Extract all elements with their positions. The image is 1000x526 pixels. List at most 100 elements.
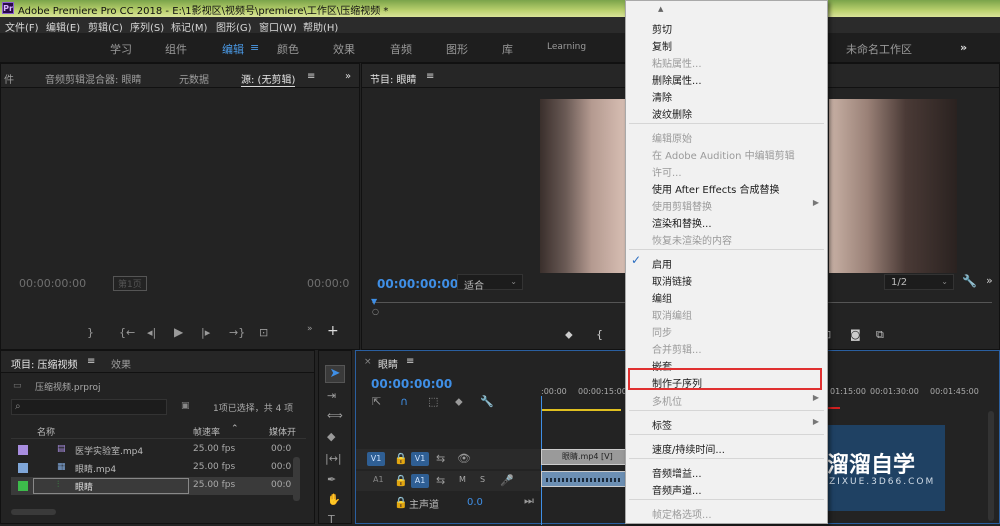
lock-icon[interactable]: 🔒 [394,474,408,487]
nest-icon[interactable]: ⇱ [372,395,381,408]
menu-item-audio-channels[interactable]: 音频声道... [652,482,702,497]
workspace-color[interactable]: 颜色 [277,41,299,57]
menu-item-ripple-delete[interactable]: 波纹删除 [652,106,692,121]
mark-out-icon[interactable]: } [87,326,94,339]
menu-item-group[interactable]: 编组 [652,290,672,305]
menu-item-enable[interactable]: 启用 [652,256,672,271]
eye-icon[interactable]: 👁 [457,452,471,465]
compare-icon[interactable]: ⧉ [876,328,884,342]
menu-item-speed-duration[interactable]: 速度/持续时间... [652,441,725,456]
track-select-tool-icon[interactable]: ⇥ [327,389,336,402]
workspace-learning[interactable]: Learning [547,42,586,52]
settings-more-icon[interactable]: » [986,274,993,287]
type-tool-icon[interactable]: T [328,513,335,526]
tab-source[interactable]: 源: (无剪辑) [241,71,296,87]
source-panel-more-icon[interactable]: » [345,71,351,82]
workspace-audio[interactable]: 音频 [390,41,412,57]
go-to-end-icon[interactable]: ⏭ [524,494,534,508]
v1-source-patch[interactable]: V1 [367,452,385,466]
menu-item-render-and-replace[interactable]: 渲染和替换... [652,215,712,230]
close-icon[interactable]: × [364,357,372,367]
master-volume-value[interactable]: 0.0 [467,497,483,508]
step-back-icon[interactable]: ◂| [147,326,156,339]
sync-lock-icon[interactable]: ⇆ [436,474,445,487]
bin-filter-icon[interactable]: ▣ [181,401,190,411]
tab-metadata[interactable]: 元数据 [179,71,209,86]
menu-window[interactable]: 窗口(W) [259,19,297,34]
workspace-library[interactable]: 库 [502,41,513,57]
audio-clip[interactable] [541,471,626,487]
menu-edit[interactable]: 编辑(E) [46,19,80,34]
work-area-bar[interactable] [541,409,621,411]
menu-item-unlink[interactable]: 取消链接 [652,273,692,288]
mute-button[interactable]: M [459,475,466,484]
a1-source-patch[interactable]: A1 [373,475,384,484]
lock-icon[interactable]: 🔒 [394,496,408,509]
label-color-swatch[interactable] [18,481,28,491]
insert-icon[interactable]: ⊡ [259,326,268,339]
playhead-icon[interactable]: ▼ [371,297,377,306]
menu-item-remove-attributes[interactable]: 删除属性... [652,72,702,87]
menu-sequence[interactable]: 序列(S) [130,19,164,34]
workspace-more-button[interactable]: » [960,41,967,54]
playhead-circle-icon[interactable]: ○ [372,307,379,316]
workspace-graphics[interactable]: 图形 [446,41,468,57]
menu-item-audio-gain[interactable]: 音频增益... [652,465,702,480]
tab-partial[interactable]: 件 [4,71,14,86]
razor-tool-icon[interactable]: ◆ [327,430,335,443]
tab-audio-clip-mixer[interactable]: 音频剪辑混合器: 眼睛 [45,71,142,86]
quality-dropdown[interactable]: 1/2 ⌄ [884,274,954,290]
export-frame-icon[interactable]: » [307,324,313,334]
menu-item-copy[interactable]: 复制 [652,38,672,53]
workspace-unnamed[interactable]: 未命名工作区 [846,41,912,57]
linked-selection-icon[interactable]: ⬚ [428,395,438,408]
add-marker-icon[interactable]: ⬥ [455,395,463,409]
go-to-out-icon[interactable]: →} [229,326,245,339]
hand-tool-icon[interactable]: ✋ [327,493,341,506]
workspace-learn[interactable]: 学习 [110,41,132,57]
microphone-icon[interactable]: 🎤 [500,474,514,487]
project-search-input[interactable]: ⌕ [11,399,167,415]
sync-lock-icon[interactable]: ⇆ [436,452,445,465]
tab-program[interactable]: 节目: 眼睛 [370,71,417,86]
menu-item-cut[interactable]: 剪切 [652,21,672,36]
project-row-selected[interactable]: ⫶ 眼睛 25.00 fps 00:0 [11,477,296,495]
add-button-icon[interactable]: + [327,323,339,339]
play-icon[interactable]: ▶ [174,325,183,339]
label-color-swatch[interactable] [18,445,28,455]
horizontal-scrollbar[interactable] [11,509,56,515]
scroll-up-icon[interactable]: ▲ [658,5,663,13]
source-panel-menu-icon[interactable]: ≡ [307,71,315,82]
workspace-effects[interactable]: 效果 [333,41,355,57]
menu-marker[interactable]: 标记(M) [171,19,207,34]
workspace-assembly[interactable]: 组件 [165,41,187,57]
timeline-vertical-scrollbar[interactable] [988,411,994,521]
label-color-swatch[interactable] [18,463,28,473]
slip-tool-icon[interactable]: |↔| [325,452,342,465]
menu-help[interactable]: 帮助(H) [303,19,338,34]
wrench-icon[interactable]: 🔧 [480,395,494,408]
fit-dropdown[interactable]: 适合 ⌄ [457,274,523,292]
project-panel-menu-icon[interactable]: ≡ [87,356,95,367]
timeline-tab[interactable]: 眼睛 [378,356,398,371]
project-row[interactable]: ▦ 眼睛.mp4 25.00 fps 00:0 [11,459,296,477]
ripple-edit-tool-icon[interactable]: ⟺ [327,409,343,422]
column-name[interactable]: 名称 [37,425,55,438]
menu-file[interactable]: 文件(F) [5,19,39,34]
pen-tool-icon[interactable]: ✒ [327,473,336,486]
workspace-menu-icon[interactable]: ≡ [250,41,259,54]
menu-item-label[interactable]: 标签 [652,417,672,432]
go-to-in-icon[interactable]: {← [119,326,135,339]
project-row[interactable]: ▤ 医学实验室.mp4 25.00 fps 00:0 [11,441,296,459]
wrench-icon[interactable]: 🔧 [962,274,977,288]
v1-track-target[interactable]: V1 [411,452,429,466]
solo-button[interactable]: S [480,475,485,484]
menu-clip[interactable]: 剪辑(C) [88,19,123,34]
sort-ascending-icon[interactable]: ⌃ [231,424,239,434]
program-panel-menu-icon[interactable]: ≡ [426,71,434,82]
tab-project[interactable]: 项目: 压缩视频 [11,356,78,371]
vertical-scrollbar[interactable] [293,457,300,501]
workspace-editing[interactable]: 编辑 [222,41,244,57]
column-media-start[interactable]: 媒体开 [269,425,296,438]
step-forward-icon[interactable]: |▸ [201,326,210,339]
